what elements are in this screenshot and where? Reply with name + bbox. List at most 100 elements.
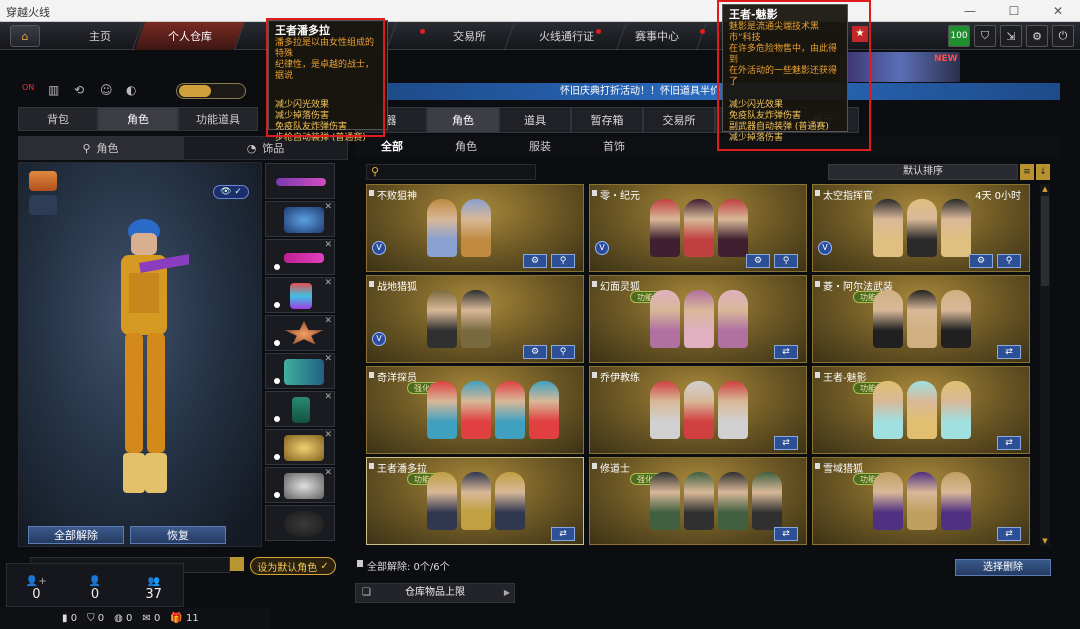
- grid-scrollbar[interactable]: ▲ ▼: [1040, 184, 1050, 546]
- subtab-role[interactable]: ⚲ 角色: [18, 136, 183, 160]
- stat-friends-online[interactable]: 👤 0: [66, 564, 125, 606]
- select-delete-button[interactable]: 选择删除: [955, 559, 1051, 576]
- item-card[interactable]: 王者潘多拉 功能型 ⇄: [366, 457, 584, 545]
- equip-icon[interactable]: ⇄: [551, 527, 575, 541]
- search-icon[interactable]: ⚲: [774, 254, 798, 268]
- item-card[interactable]: 战地猎狐 V ⚲ ⚙: [366, 275, 584, 363]
- slot-device[interactable]: ✕: [265, 391, 335, 427]
- close-icon[interactable]: ✕: [324, 468, 332, 478]
- sort-dropdown[interactable]: 默认排序: [828, 164, 1018, 180]
- bottom-item[interactable]: ✉ 0: [142, 613, 160, 624]
- equip-icon[interactable]: ⇄: [997, 345, 1021, 359]
- gear-icon[interactable]: ⚙: [1026, 25, 1048, 47]
- close-icon[interactable]: ✕: [324, 354, 332, 364]
- slot-weapon[interactable]: [265, 163, 335, 199]
- item-card[interactable]: 菱・阿尔法武装 功能型 ⇄: [812, 275, 1030, 363]
- item-card[interactable]: 修道士 强化型 ⇄: [589, 457, 807, 545]
- group-icon[interactable]: ▥: [48, 83, 66, 101]
- close-icon[interactable]: ✕: [324, 202, 332, 212]
- slot-spray-silver[interactable]: ✕: [265, 467, 335, 503]
- bottom-item[interactable]: 🎁 11: [170, 613, 198, 624]
- rotate-icon[interactable]: ⟲: [74, 83, 92, 101]
- restore-button[interactable]: 恢复: [130, 526, 226, 544]
- equip-icon[interactable]: ⇄: [774, 436, 798, 450]
- close-icon[interactable]: ✕: [324, 240, 332, 250]
- gear-icon[interactable]: ⚙: [969, 254, 993, 268]
- set-default-role-button[interactable]: 设为默认角色 ✓: [250, 557, 336, 575]
- list-icon[interactable]: [230, 557, 244, 571]
- item-card[interactable]: 雪域猎狐 功能型 ⇄: [812, 457, 1030, 545]
- slot-spray-gold[interactable]: ✕: [265, 429, 335, 465]
- character-preview[interactable]: 👁 ✓: [18, 162, 262, 547]
- slot-emblem[interactable]: ✕: [265, 315, 335, 351]
- slot-gloves[interactable]: ✕: [265, 353, 335, 389]
- tab-role[interactable]: 角色: [98, 107, 178, 131]
- nav-tab-exchange[interactable]: 交易所: [424, 22, 516, 50]
- bottom-item[interactable]: ◍ 0: [114, 613, 132, 624]
- gear-icon[interactable]: ⚙: [746, 254, 770, 268]
- tab-backpack[interactable]: 背包: [18, 107, 98, 131]
- equip-icon[interactable]: ⇄: [997, 527, 1021, 541]
- tab-storage[interactable]: 暂存箱: [571, 107, 643, 133]
- toggle-on-icon[interactable]: ON: [22, 83, 40, 101]
- close-icon[interactable]: ✕: [324, 316, 332, 326]
- level-badge[interactable]: 100: [948, 25, 970, 47]
- rarity-badge-secondary-icon[interactable]: [29, 195, 57, 215]
- maximize-icon[interactable]: ☐: [992, 0, 1036, 22]
- item-card[interactable]: 奇洋探员 强化型: [366, 366, 584, 454]
- exit-icon[interactable]: ⇲: [1000, 25, 1022, 47]
- search-input[interactable]: ⚲: [366, 164, 536, 180]
- tab-exchange[interactable]: 交易所: [643, 107, 715, 133]
- list-view-icon[interactable]: ≡: [1020, 164, 1034, 180]
- equip-icon[interactable]: ⇄: [774, 345, 798, 359]
- tab-function-items[interactable]: 功能道具: [178, 107, 258, 131]
- close-icon[interactable]: ✕: [324, 430, 332, 440]
- tab-role-right[interactable]: 角色: [427, 107, 499, 133]
- minimize-icon[interactable]: —: [948, 0, 992, 22]
- close-icon[interactable]: ✕: [324, 392, 332, 402]
- slot-helmet[interactable]: ✕: [265, 201, 335, 237]
- close-icon[interactable]: ✕: [1036, 0, 1080, 22]
- item-card[interactable]: 零・纪元 V ⚲ ⚙: [589, 184, 807, 272]
- item-card[interactable]: 幻面灵狐 功能型 ⇄: [589, 275, 807, 363]
- slot-mask[interactable]: ✕: [265, 277, 335, 313]
- search-icon[interactable]: ⚲: [551, 345, 575, 359]
- search-icon[interactable]: ⚲: [997, 254, 1021, 268]
- gear-icon[interactable]: ⚙: [523, 254, 547, 268]
- filter-jewelry[interactable]: 首饰: [577, 136, 651, 156]
- scroll-thumb[interactable]: [1041, 196, 1049, 286]
- sort-order-icon[interactable]: ↓: [1036, 164, 1050, 180]
- item-card[interactable]: 乔伊教练 ⇄: [589, 366, 807, 454]
- scroll-down-icon[interactable]: ▼: [1041, 536, 1049, 546]
- nav-tab-warehouse[interactable]: 个人仓库: [134, 22, 246, 50]
- search-icon[interactable]: ⚲: [551, 254, 575, 268]
- nav-tab-events[interactable]: 赛事中心: [606, 22, 708, 50]
- bottom-item[interactable]: ⛉ 0: [87, 613, 104, 624]
- home-icon[interactable]: ⌂: [10, 25, 40, 47]
- power-icon[interactable]: ⏻: [1052, 25, 1074, 47]
- unequip-all-button[interactable]: 全部解除: [28, 526, 124, 544]
- item-card[interactable]: 不败狙神 V ⚲ ⚙: [366, 184, 584, 272]
- scroll-up-icon[interactable]: ▲: [1041, 184, 1049, 194]
- slot-glasses[interactable]: ✕: [265, 239, 335, 275]
- tab-items[interactable]: 道具: [499, 107, 571, 133]
- filter-role[interactable]: 角色: [429, 136, 503, 156]
- slot-empty[interactable]: [265, 505, 335, 541]
- filter-outfit[interactable]: 服装: [503, 136, 577, 156]
- bottom-item[interactable]: ▮ 0: [62, 613, 77, 624]
- warehouse-limit-button[interactable]: ❏ 仓库物品上限 ▶: [355, 583, 515, 603]
- shield-icon[interactable]: ⛉: [974, 25, 996, 47]
- nav-tab-home[interactable]: 主页: [56, 22, 144, 50]
- people-icon[interactable]: ☺: [100, 83, 118, 101]
- stat-friends-total[interactable]: 👥 37: [124, 564, 183, 606]
- rarity-badge-icon[interactable]: [29, 171, 57, 191]
- view-toggle[interactable]: [176, 83, 246, 99]
- close-icon[interactable]: ✕: [324, 278, 332, 288]
- item-card[interactable]: 太空指挥官 4天 0小时 V ⚲ ⚙: [812, 184, 1030, 272]
- visibility-toggle-icon[interactable]: 👁 ✓: [213, 185, 249, 199]
- equip-icon[interactable]: ⇄: [997, 436, 1021, 450]
- equip-icon[interactable]: ⇄: [774, 527, 798, 541]
- gear-icon[interactable]: ⚙: [523, 345, 547, 359]
- item-card[interactable]: 王者-魅影 功能型 ⇄: [812, 366, 1030, 454]
- stat-friends-add[interactable]: 👤+ 0: [7, 564, 66, 606]
